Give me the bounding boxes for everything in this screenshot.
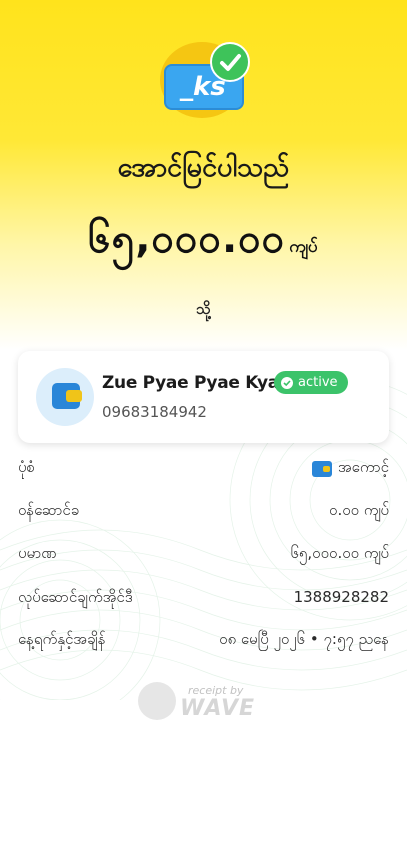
detail-label: လုပ်ဆောင်ချက်အိုင်ဒီ: [18, 588, 133, 606]
verified-icon: [281, 376, 293, 389]
status-text: active: [298, 375, 338, 390]
detail-value: ၀.၀၀ ကျပ်: [329, 501, 389, 519]
wallet-flap: [66, 390, 82, 402]
detail-label: နေ့ရက်နှင့်အချိန်: [18, 630, 106, 648]
status-badge: active: [274, 371, 348, 394]
detail-label: ပမာဏ: [18, 544, 57, 562]
success-badge: _ks: [160, 42, 252, 122]
detail-row-amount: ပမာဏ ၆၅,၀၀၀.၀၀ ကျပ်: [18, 544, 389, 568]
recipient-card: Zue Pyae Pyae Kyaw active 09683184942: [18, 351, 389, 443]
detail-value-text: အကောင့်: [337, 458, 389, 476]
wave-logo-icon: [138, 682, 176, 720]
avatar: [36, 368, 94, 426]
check-icon: [210, 42, 250, 82]
amount-unit: ကျပ်: [289, 237, 319, 257]
detail-value: 1388928282: [293, 588, 389, 606]
account-icon: [311, 461, 332, 477]
to-label: သို့: [196, 300, 211, 318]
detail-row-fee: ဝန်ဆောင်ခ ၀.၀၀ ကျပ်: [18, 501, 389, 525]
amount-value: ၆၅,၀၀၀.၀၀: [88, 216, 286, 262]
detail-value: အကောင့်: [311, 458, 389, 480]
detail-row-type: ပုံစံ အကောင့်: [18, 458, 389, 482]
recipient-name: Zue Pyae Pyae Kyaw: [102, 373, 295, 393]
page-title: အောင်မြင်ပါသည်: [117, 152, 290, 183]
detail-label: ဝန်ဆောင်ခ: [18, 501, 80, 519]
detail-row-transaction-id: လုပ်ဆောင်ချက်အိုင်ဒီ 1388928282: [18, 588, 389, 612]
detail-label: ပုံစံ: [18, 458, 35, 476]
detail-row-datetime: နေ့ရက်နှင့်အချိန် ၀၈ မေပြီ ၂၀၂၆ • ၇:၅၇ ည…: [18, 630, 389, 654]
detail-value: ၀၈ မေပြီ ၂၀၂၆ • ၇:၅၇ ညနေ: [219, 630, 389, 648]
detail-value: ၆၅,၀၀၀.၀၀ ကျပ်: [290, 544, 389, 562]
amount-display: ၆၅,၀၀၀.၀၀ ကျပ်: [0, 213, 407, 272]
wave-logo: receipt by WAVE: [138, 680, 254, 724]
recipient-phone: 09683184942: [102, 403, 207, 421]
brand-text: WAVE: [180, 696, 256, 721]
